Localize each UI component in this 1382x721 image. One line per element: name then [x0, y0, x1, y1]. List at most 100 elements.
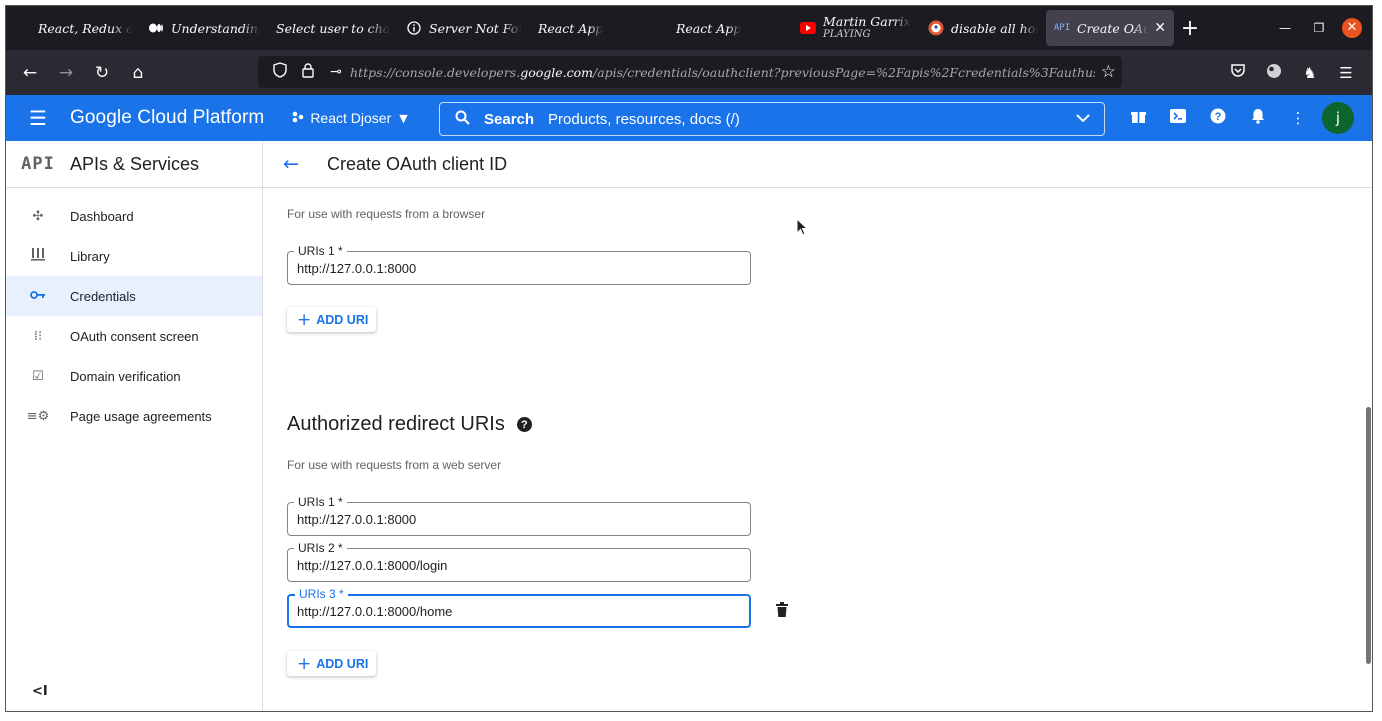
browser-tab[interactable]: React App [530, 10, 662, 46]
origins-help-text: For use with requests from a browser [287, 207, 486, 221]
collapse-sidebar-icon[interactable]: <I [32, 684, 48, 699]
window-controls: — ❐ ✕ [1268, 6, 1372, 50]
scrollbar-thumb[interactable] [1366, 407, 1371, 664]
consent-icon: ⁞⁝ [33, 328, 43, 344]
add-origin-uri-button[interactable]: + ADD URI [287, 307, 377, 332]
chevron-down-icon[interactable] [1076, 112, 1090, 126]
url-text: https://console.developers.google.com/ap… [350, 65, 1095, 80]
checkbox-icon: ☑ [32, 368, 44, 384]
youtube-icon [800, 20, 816, 36]
new-tab-button[interactable]: + [1174, 16, 1206, 41]
url-bar[interactable]: ⊸ https://console.developers.google.com/… [258, 56, 1122, 88]
browser-tab[interactable]: Server Not Found [398, 10, 530, 46]
avatar[interactable]: j [1322, 102, 1354, 134]
sidebar-item-page-usage[interactable]: ≡⚙ Page usage agreements [6, 396, 262, 436]
extension-icon[interactable] [1256, 63, 1292, 83]
api-icon: API [21, 154, 55, 174]
help-icon[interactable]: ? [516, 417, 532, 432]
close-window-button[interactable]: ✕ [1342, 18, 1362, 38]
home-icon[interactable]: ⌂ [120, 63, 156, 83]
field-label: URIs 2 * [294, 541, 347, 555]
field-value: http://127.0.0.1:8000 [297, 261, 417, 276]
redirect-uri-field[interactable]: URIs 1 * http://127.0.0.1:8000 [287, 495, 751, 536]
restore-icon[interactable]: ❐ [1302, 21, 1336, 35]
delete-uri-icon[interactable] [776, 602, 788, 621]
tab-playing-label: PLAYING [823, 29, 871, 40]
lock-icon[interactable] [294, 62, 322, 82]
url-path: /apis/credentials/oauthclient?previousPa… [593, 64, 1095, 80]
chevron-down-icon: ▼ [399, 111, 408, 125]
medium-icon [148, 20, 164, 36]
search-input[interactable]: Search Products, resources, docs (/) [439, 102, 1105, 136]
redirect-section-title: Authorized redirect URIs ? [287, 413, 532, 436]
minimize-icon[interactable]: — [1268, 21, 1302, 35]
tab-title: React, Redux and [38, 20, 132, 36]
more-vert-icon[interactable]: ⋮ [1278, 109, 1318, 127]
key-permission-icon[interactable]: ⊸ [322, 64, 350, 80]
sidebar-title: APIs & Services [70, 153, 200, 174]
tab-title: React App [676, 20, 742, 36]
notifications-bell-icon[interactable] [1238, 108, 1278, 128]
cloud-shell-icon[interactable] [1158, 109, 1198, 127]
app-menu-icon[interactable]: ☰ [1328, 64, 1364, 82]
sidebar-item-domain-verification[interactable]: ☑ Domain verification [6, 356, 262, 396]
gift-icon[interactable] [1118, 109, 1158, 128]
url-prefix: https://console.developers. [350, 64, 521, 80]
bookmark-star-icon[interactable]: ☆ [1101, 62, 1116, 82]
gcp-header-actions: ? ⋮ j [1118, 95, 1354, 141]
browser-tab[interactable]: disable all hotspots [920, 10, 1046, 46]
back-icon[interactable]: ← [12, 63, 48, 83]
settings-list-icon: ≡⚙ [26, 408, 50, 424]
gcp-logo[interactable]: Google Cloud Platform [70, 107, 264, 129]
button-label: ADD URI [316, 656, 369, 671]
info-icon [406, 20, 422, 36]
help-icon[interactable]: ? [1198, 108, 1238, 128]
pocket-icon[interactable] [1220, 63, 1256, 82]
svg-text:?: ? [1215, 111, 1222, 123]
browser-tab[interactable]: Select user to change [268, 10, 398, 46]
browser-tab-active[interactable]: API Create OAuth ✕ [1046, 10, 1174, 46]
browser-tab[interactable]: React App [662, 10, 792, 46]
browser-tab[interactable]: React, Redux and [30, 10, 140, 46]
origin-uri-field[interactable]: URIs 1 * http://127.0.0.1:8000 [287, 244, 751, 285]
sidebar-item-credentials[interactable]: Credentials [6, 276, 262, 316]
close-tab-icon[interactable]: ✕ [1154, 20, 1166, 36]
project-name: React Djoser [310, 110, 392, 126]
project-selector[interactable]: React Djoser ▼ [286, 102, 413, 134]
tab-title: disable all hotspots [951, 20, 1038, 36]
field-label: URIs 3 * [295, 587, 348, 601]
key-icon [6, 289, 70, 304]
field-label: URIs 1 * [294, 495, 347, 509]
duckduckgo-icon [928, 20, 944, 36]
main-content: ← Create OAuth client ID For use with re… [263, 141, 1372, 711]
search-icon [440, 110, 484, 129]
forward-icon[interactable]: → [48, 63, 84, 83]
sidebar-item-label: OAuth consent screen [70, 328, 199, 344]
tab-title: Martin Garrix [823, 15, 911, 28]
redirect-uri-field-focused[interactable]: URIs 3 * http://127.0.0.1:8000/home [287, 587, 751, 628]
field-label: URIs 1 * [294, 244, 347, 258]
browser-tab[interactable]: Martin Garrix PLAYING [792, 10, 920, 46]
add-redirect-uri-button[interactable]: + ADD URI [287, 651, 377, 676]
url-domain: google.com [520, 64, 593, 80]
tab-title: Select user to change [276, 20, 390, 36]
gcp-header: ☰ Google Cloud Platform React Djoser ▼ S… [6, 95, 1372, 141]
tab-title: Understanding [171, 20, 260, 36]
back-arrow-icon[interactable]: ← [263, 153, 319, 175]
reload-icon[interactable]: ↻ [84, 63, 120, 83]
shield-icon[interactable] [266, 62, 294, 82]
library-icon [6, 247, 70, 265]
hamburger-menu-icon[interactable]: ☰ [6, 106, 70, 130]
api-icon: API [1053, 23, 1071, 33]
field-value: http://127.0.0.1:8000/login [297, 558, 448, 573]
redirect-uri-field[interactable]: URIs 2 * http://127.0.0.1:8000/login [287, 541, 751, 582]
tab-title: Server Not Found [429, 20, 522, 36]
sidebar-item-dashboard[interactable]: ✣ Dashboard [6, 196, 262, 236]
sidebar-item-label: Dashboard [70, 208, 134, 224]
extension-bull-icon[interactable]: ♞ [1292, 64, 1328, 82]
field-value: http://127.0.0.1:8000/home [297, 604, 453, 619]
sidebar-item-oauth-consent[interactable]: ⁞⁝ OAuth consent screen [6, 316, 262, 356]
sidebar-item-library[interactable]: Library [6, 236, 262, 276]
redirects-help-text: For use with requests from a web server [287, 458, 502, 472]
browser-tab[interactable]: Understanding [140, 10, 268, 46]
